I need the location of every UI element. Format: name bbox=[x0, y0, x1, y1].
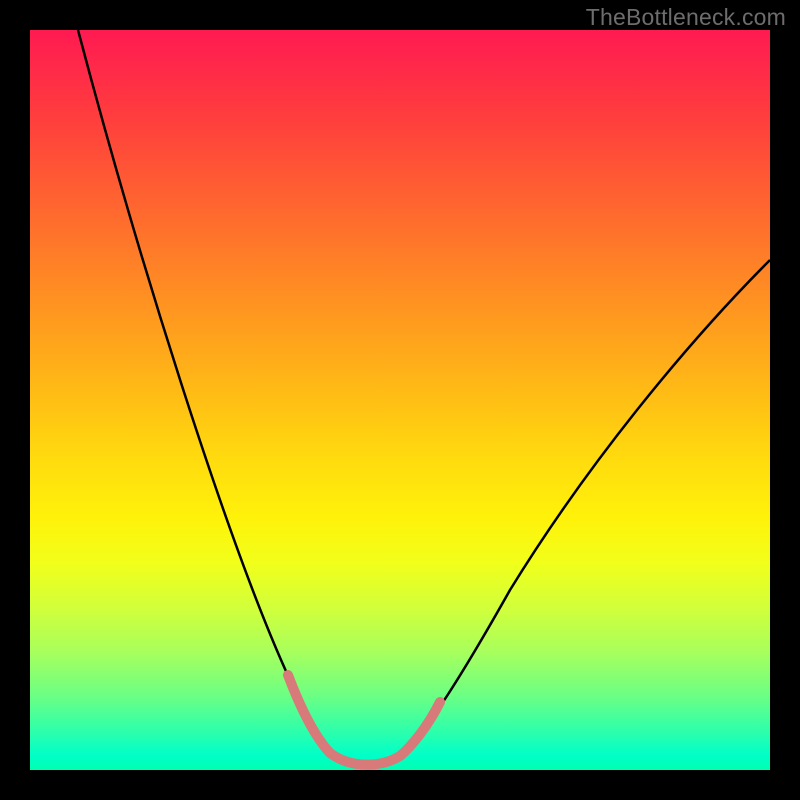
bottleneck-curve-path bbox=[78, 30, 770, 764]
watermark-text: TheBottleneck.com bbox=[586, 4, 786, 31]
plot-area bbox=[30, 30, 770, 770]
optimal-region-highlight-path bbox=[288, 675, 440, 765]
chart-frame: TheBottleneck.com bbox=[0, 0, 800, 800]
bottleneck-curve-svg bbox=[30, 30, 770, 770]
